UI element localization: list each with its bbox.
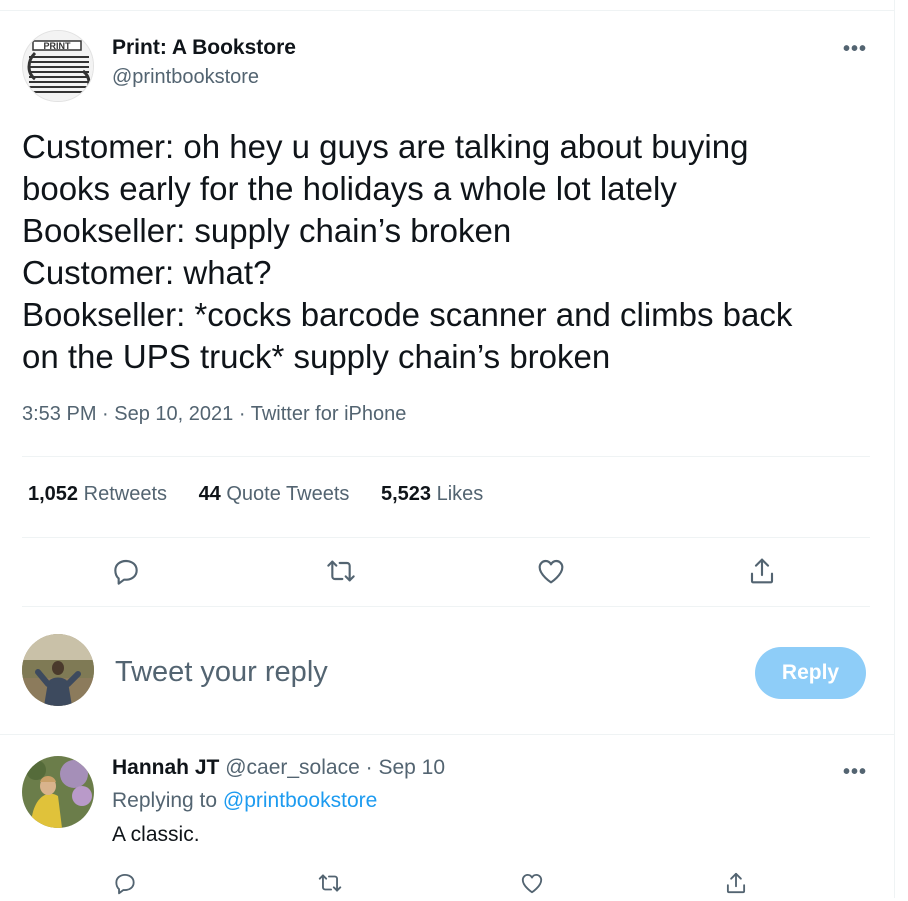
- likes-stat[interactable]: 5,523 Likes: [381, 483, 483, 505]
- quote-tweets-stat[interactable]: 44 Quote Tweets: [199, 483, 350, 505]
- separator: ·: [102, 403, 109, 425]
- like-icon[interactable]: [519, 870, 545, 896]
- author-handle[interactable]: @printbookstore: [112, 66, 259, 89]
- more-options-icon[interactable]: •••: [843, 762, 867, 782]
- reply-header: Hannah JT @caer_solace · Sep 10: [112, 756, 445, 780]
- tweet-text: Customer: oh hey u guys are talking abou…: [22, 126, 882, 378]
- reply-author-name[interactable]: Hannah JT: [112, 756, 219, 779]
- tweet-line: Bookseller: *cocks barcode scanner and c…: [22, 296, 793, 333]
- tweet-line: Customer: oh hey u guys are talking abou…: [22, 128, 749, 165]
- share-icon[interactable]: [723, 870, 749, 896]
- replying-prefix: Replying to: [112, 789, 218, 812]
- share-icon[interactable]: [746, 555, 778, 587]
- current-user-avatar[interactable]: [22, 634, 94, 706]
- top-divider: [0, 10, 894, 11]
- tweet-timestamp: 3:53 PM · Sep 10, 2021 · Twitter for iPh…: [22, 403, 406, 426]
- tweet-line: Bookseller: supply chain’s broken: [22, 212, 512, 249]
- separator: ·: [365, 756, 373, 779]
- reply-icon[interactable]: [112, 870, 138, 896]
- reply-icon[interactable]: [110, 555, 142, 587]
- replying-to: Replying to @printbookstore: [112, 789, 377, 813]
- reply-text: A classic.: [112, 823, 200, 846]
- tweet-stats: 1,052 Retweets 44 Quote Tweets 5,523 Lik…: [28, 483, 509, 506]
- user-photo-icon: [22, 634, 94, 706]
- separator: ·: [238, 403, 246, 425]
- divider: [22, 537, 870, 538]
- reply-author-handle[interactable]: @caer_solace: [225, 756, 360, 779]
- tweet-line: Customer: what?: [22, 254, 272, 291]
- tweet-date[interactable]: Sep 10, 2021: [114, 403, 233, 425]
- bookstore-logo-icon: PRINT: [23, 31, 93, 101]
- author-avatar[interactable]: PRINT: [22, 30, 94, 102]
- tweet-line: books early for the holidays a whole lot…: [22, 170, 677, 207]
- user-photo-icon: [22, 756, 94, 828]
- like-icon[interactable]: [535, 555, 567, 587]
- svg-text:PRINT: PRINT: [44, 41, 72, 51]
- retweets-stat[interactable]: 1,052 Retweets: [28, 483, 167, 505]
- reply-input[interactable]: Tweet your reply: [115, 656, 328, 689]
- retweet-icon[interactable]: [317, 870, 343, 896]
- mention-link[interactable]: @printbookstore: [223, 789, 377, 812]
- tweet-line: on the UPS truck* supply chain’s broken: [22, 338, 611, 375]
- reply-date[interactable]: Sep 10: [378, 756, 445, 779]
- more-options-icon[interactable]: •••: [843, 39, 867, 59]
- tweet-time[interactable]: 3:53 PM: [22, 403, 96, 425]
- author-name[interactable]: Print: A Bookstore: [112, 36, 296, 60]
- divider: [0, 734, 894, 735]
- tweet-source[interactable]: Twitter for iPhone: [251, 403, 407, 425]
- reply-author-avatar[interactable]: [22, 756, 94, 828]
- divider: [22, 606, 870, 607]
- reply-button[interactable]: Reply: [755, 647, 866, 699]
- divider: [22, 456, 870, 457]
- retweet-icon[interactable]: [325, 555, 357, 587]
